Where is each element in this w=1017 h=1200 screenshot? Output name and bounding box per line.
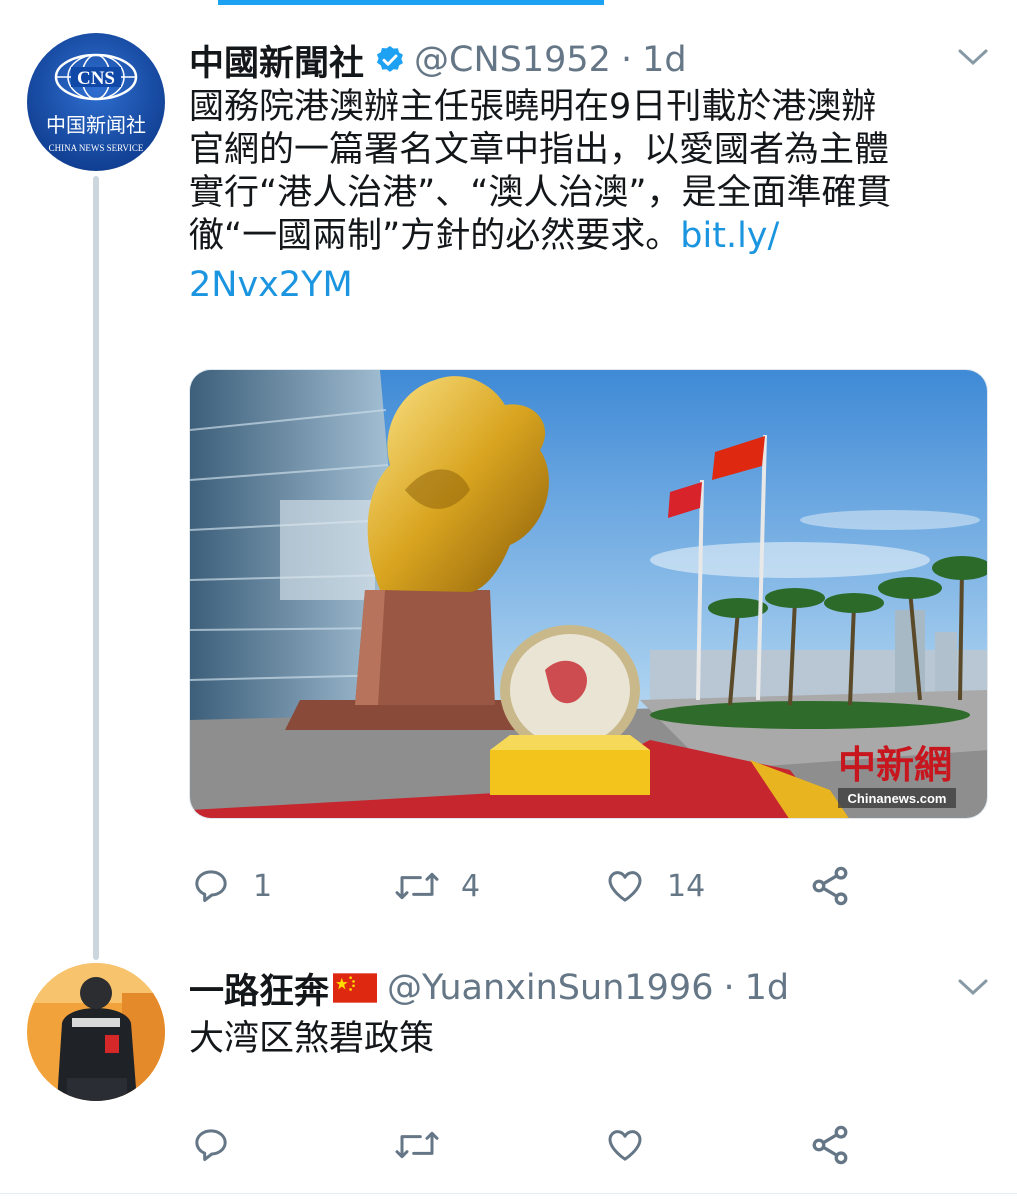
like-count: 14 bbox=[667, 868, 706, 904]
reply-icon bbox=[195, 870, 227, 902]
svg-text:中国新闻社: 中国新闻社 bbox=[46, 113, 146, 137]
retweet-icon bbox=[395, 872, 439, 900]
svg-text:CNS: CNS bbox=[77, 68, 115, 89]
retweet-count: 4 bbox=[461, 868, 481, 904]
share-icon bbox=[812, 1125, 848, 1165]
chevron-down-icon[interactable] bbox=[957, 48, 989, 72]
user-photo-avatar bbox=[27, 963, 165, 1101]
heart-icon bbox=[608, 1130, 642, 1161]
tweet-text-line: 官網的一篇署名文章中指出，以愛國者為主體 bbox=[189, 130, 890, 170]
tweet-header: 中國新聞社 @CNS1952 · 1d bbox=[189, 38, 687, 84]
tweet-link-continued[interactable]: 2Nvx2YM bbox=[189, 265, 353, 305]
tweet-text: 國務院港澳辦主任張曉明在9日刊載於港澳辦 官網的一篇署名文章中指出，以愛國者為主… bbox=[189, 86, 989, 307]
timestamp[interactable]: 1d bbox=[745, 968, 790, 1008]
svg-text:中新網: 中新網 bbox=[838, 742, 952, 787]
chevron-down-icon[interactable] bbox=[957, 978, 989, 1002]
tweet-text: 大湾区煞碧政策 bbox=[189, 1019, 435, 1059]
verified-badge-icon bbox=[374, 44, 406, 76]
avatar-yuanxin[interactable] bbox=[27, 963, 165, 1101]
reply-button[interactable] bbox=[189, 1125, 233, 1165]
share-button[interactable] bbox=[808, 864, 852, 908]
reply-button[interactable]: 1 bbox=[189, 866, 272, 906]
tweet-text-line: 實行“港人治港”、“澳人治澳”，是全面準確貫 bbox=[189, 173, 892, 213]
retweet-button[interactable]: 4 bbox=[393, 866, 480, 906]
cns-logo-icon: CNS 中国新闻社 CHINA NEWS SERVICE bbox=[27, 33, 165, 171]
display-name[interactable]: 中國新聞社 bbox=[189, 35, 364, 86]
reply-count: 1 bbox=[253, 868, 273, 904]
svg-text:CHINA NEWS SERVICE: CHINA NEWS SERVICE bbox=[49, 143, 144, 153]
top-progress-bar bbox=[218, 0, 604, 5]
tweet-media-image[interactable]: 中新網 Chinanews.com bbox=[189, 369, 988, 819]
reply-icon bbox=[195, 1129, 227, 1161]
separator-dot: · bbox=[620, 40, 633, 80]
divider bbox=[0, 1193, 1017, 1194]
tweet-text-line: 國務院港澳辦主任張曉明在9日刊載於港澳辦 bbox=[189, 87, 877, 127]
like-button[interactable] bbox=[603, 1125, 647, 1165]
display-name[interactable]: 一路狂奔 bbox=[189, 963, 329, 1014]
tweet-header: 一路狂奔 @YuanxinSun1996 · 1d bbox=[189, 966, 790, 1012]
separator-dot: · bbox=[723, 968, 735, 1008]
retweet-button[interactable] bbox=[393, 1125, 441, 1165]
share-icon bbox=[812, 866, 848, 906]
china-flag-icon bbox=[333, 973, 378, 1003]
handle[interactable]: @YuanxinSun1996 bbox=[387, 968, 713, 1008]
like-button[interactable]: 14 bbox=[603, 866, 705, 906]
retweet-icon bbox=[395, 1131, 439, 1159]
share-button[interactable] bbox=[808, 1123, 852, 1167]
tweet-link[interactable]: bit.ly/ bbox=[680, 216, 779, 256]
svg-text:Chinanews.com: Chinanews.com bbox=[848, 791, 947, 806]
timestamp[interactable]: 1d bbox=[642, 40, 687, 80]
avatar-cns[interactable]: CNS 中国新闻社 CHINA NEWS SERVICE bbox=[27, 33, 165, 171]
thread-connector-line bbox=[93, 176, 99, 960]
handle[interactable]: @CNS1952 bbox=[414, 40, 611, 80]
chinanews-watermark: 中新網 Chinanews.com bbox=[838, 742, 956, 808]
tweet-text-line: 徹“一國兩制”方針的必然要求。 bbox=[189, 216, 681, 256]
heart-icon bbox=[608, 871, 642, 902]
golden-bauhinia-photo: 中新網 Chinanews.com bbox=[190, 370, 987, 818]
